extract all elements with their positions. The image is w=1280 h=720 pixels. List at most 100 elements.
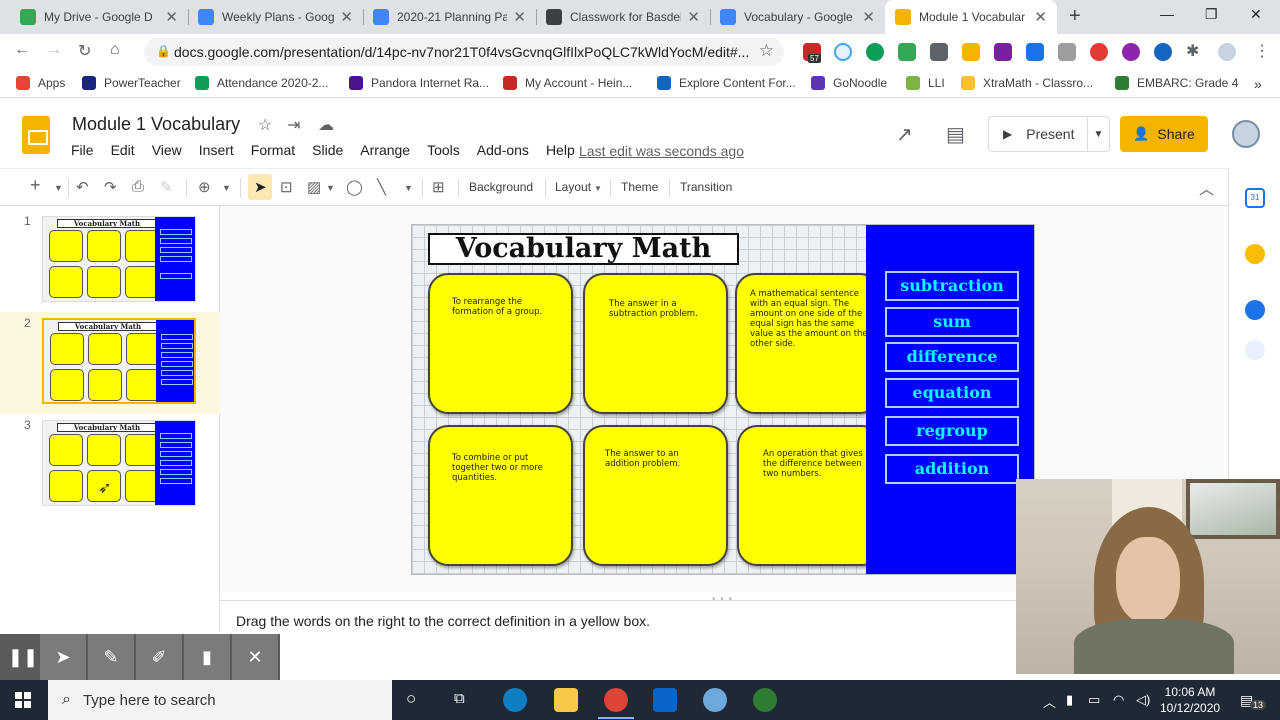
extension-icon[interactable] [1058, 43, 1076, 61]
theme-button[interactable]: Theme [621, 180, 658, 194]
bookmark-apps[interactable]: Apps [16, 76, 65, 90]
microphone-tray-icon[interactable]: ▮ [1066, 692, 1073, 708]
extension-icon[interactable] [866, 43, 884, 61]
bookmark-heinemann[interactable]: My Account - Hein... [503, 76, 632, 90]
browser-tab-planning[interactable]: 2020-21 Planning Pa ✕ [363, 0, 536, 34]
browser-tab-classwork[interactable]: Classwork for Basdel ✕ [536, 0, 710, 34]
cortana-icon[interactable]: ○ [406, 689, 416, 709]
chrome-icon[interactable] [598, 688, 634, 719]
move-to-folder-icon[interactable]: ⇥ [287, 115, 300, 135]
slides-logo-icon[interactable] [22, 116, 50, 154]
bookmarks-overflow-icon[interactable]: » [1254, 76, 1262, 92]
address-bar[interactable]: 🔒 docs.google.com/presentation/d/14pc-nv… [144, 38, 784, 66]
pen-icon[interactable]: ✎ [88, 634, 134, 680]
taskbar-search[interactable]: ⌕ Type here to search [48, 680, 392, 720]
chevron-down-icon[interactable]: ▼ [1087, 117, 1109, 151]
taskbar-clock[interactable]: 10:06 AM 10/12/2020 [1160, 684, 1220, 716]
menu-view[interactable]: View [152, 142, 182, 158]
slide-thumbnail-2[interactable]: Vocabulary Math [42, 318, 196, 404]
print-icon[interactable]: ⎙ [132, 178, 144, 195]
windows-start-icon[interactable] [15, 692, 31, 708]
avatar[interactable] [1232, 120, 1260, 148]
collapse-toolbar-icon[interactable]: ︿ [1199, 178, 1214, 199]
bookmark-lli[interactable]: LLI [906, 76, 945, 90]
menu-file[interactable]: File [71, 142, 94, 158]
bookmark-attendance[interactable]: Attendance 2020-2... [195, 76, 328, 90]
menu-tools[interactable]: Tools [427, 142, 460, 158]
extension-icon[interactable] [1026, 43, 1044, 61]
close-tab-icon[interactable]: ✕ [1034, 8, 1047, 26]
document-title[interactable]: Module 1 Vocabulary [72, 114, 240, 135]
word-equation[interactable]: equation [885, 378, 1019, 408]
snipping-tool-icon[interactable] [703, 688, 727, 712]
home-icon[interactable]: ⌂ [110, 41, 120, 59]
bookmark-xtramath[interactable]: XtraMath - Classro... [961, 76, 1093, 90]
bookmark-gonoodle[interactable]: GoNoodle [811, 76, 887, 90]
definition-box-6[interactable]: An operation that gives the difference b… [737, 425, 882, 566]
extension-icon[interactable] [994, 43, 1012, 61]
comments-icon[interactable]: ▤ [946, 122, 965, 147]
slide-canvas[interactable]: Vocabulary Math To rearrange the formati… [411, 224, 1035, 575]
definition-box-2[interactable]: The answer in a subtraction problem. [583, 273, 728, 414]
browser-tab-module-1[interactable]: Module 1 Vocabular ✕ [885, 0, 1057, 34]
close-window-icon[interactable]: ✕ [1250, 6, 1262, 23]
word-addition[interactable]: addition [885, 454, 1019, 484]
extension-icon[interactable] [834, 43, 852, 61]
extension-icon[interactable] [898, 43, 916, 61]
share-button[interactable]: 👤 Share [1120, 116, 1208, 152]
close-tab-icon[interactable]: ✕ [340, 8, 353, 26]
definition-box-4[interactable]: To combine or put together two or more q… [428, 425, 573, 566]
slide-thumbnail-1[interactable]: Vocabulary Math [42, 216, 196, 302]
profile-avatar[interactable] [1218, 43, 1236, 61]
chevron-down-icon[interactable]: ▼ [54, 183, 63, 193]
microphone-icon[interactable] [1245, 340, 1265, 360]
close-tab-icon[interactable]: ✕ [687, 8, 700, 26]
close-tab-icon[interactable]: ✕ [165, 8, 178, 26]
browser-tab-weekly-plans[interactable]: Weekly Plans - Goog ✕ [188, 0, 363, 34]
redo-icon[interactable]: ↷ [104, 178, 117, 196]
image-icon[interactable]: ▨ [307, 178, 321, 196]
star-icon[interactable]: ☆ [258, 115, 272, 135]
new-tab-button[interactable]: + [1069, 5, 1081, 28]
browser-menu-icon[interactable]: ⋮ [1254, 41, 1270, 61]
minimize-icon[interactable]: — [1160, 6, 1174, 22]
extension-icon[interactable] [962, 43, 980, 61]
definition-box-5[interactable]: The answer to an addition problem. [583, 425, 728, 566]
reload-icon[interactable]: ↻ [78, 41, 91, 61]
text-box-icon[interactable]: ⊡ [280, 178, 293, 196]
file-explorer-icon[interactable] [554, 688, 578, 712]
menu-addons[interactable]: Add-ons [477, 142, 529, 158]
cloud-saved-icon[interactable]: ☁ [318, 115, 334, 135]
webcam-icon[interactable]: ▮ [184, 634, 230, 680]
menu-slide[interactable]: Slide [312, 142, 343, 158]
bookmark-powerteacher[interactable]: PowerTeacher [82, 76, 181, 90]
shape-icon[interactable]: ◯ [346, 178, 363, 196]
chevron-down-icon[interactable]: ▼ [404, 183, 413, 193]
extensions-puzzle-icon[interactable]: ✱ [1186, 41, 1199, 61]
back-icon[interactable]: ← [14, 41, 30, 59]
line-icon[interactable]: ╲ [377, 178, 386, 196]
pointer-icon[interactable]: ➤ [40, 634, 86, 680]
forward-icon[interactable]: → [46, 41, 62, 59]
extension-icon[interactable] [1090, 43, 1108, 61]
definition-box-1[interactable]: To rearrange the formation of a group. [428, 273, 573, 414]
background-button[interactable]: Background [469, 180, 533, 194]
browser-tab-vocabulary[interactable]: Vocabulary - Google ✕ [710, 0, 885, 34]
transition-button[interactable]: Transition [680, 180, 732, 194]
layout-button[interactable]: Layout [555, 180, 591, 194]
volume-icon[interactable]: ◁) [1136, 692, 1150, 708]
close-tab-icon[interactable]: ✕ [513, 8, 526, 26]
word-difference[interactable]: difference [885, 342, 1019, 372]
menu-insert[interactable]: Insert [199, 142, 234, 158]
chevron-down-icon[interactable]: ▼ [594, 184, 602, 193]
definition-box-3[interactable]: A mathematical sentence with an equal si… [735, 273, 880, 414]
slide-thumbnail-3[interactable]: Vocabulary Math [42, 420, 196, 506]
paint-format-icon[interactable]: ✎ [160, 178, 173, 196]
close-recorder-icon[interactable]: ✕ [232, 634, 278, 680]
word-subtraction[interactable]: subtraction [885, 271, 1019, 301]
extension-icon[interactable] [1154, 43, 1172, 61]
battery-icon[interactable]: ▭ [1088, 692, 1100, 708]
screencast-icon[interactable] [753, 688, 777, 712]
browser-tab-my-drive[interactable]: My Drive - Google D ✕ [10, 0, 188, 34]
keep-icon[interactable] [1245, 244, 1265, 264]
